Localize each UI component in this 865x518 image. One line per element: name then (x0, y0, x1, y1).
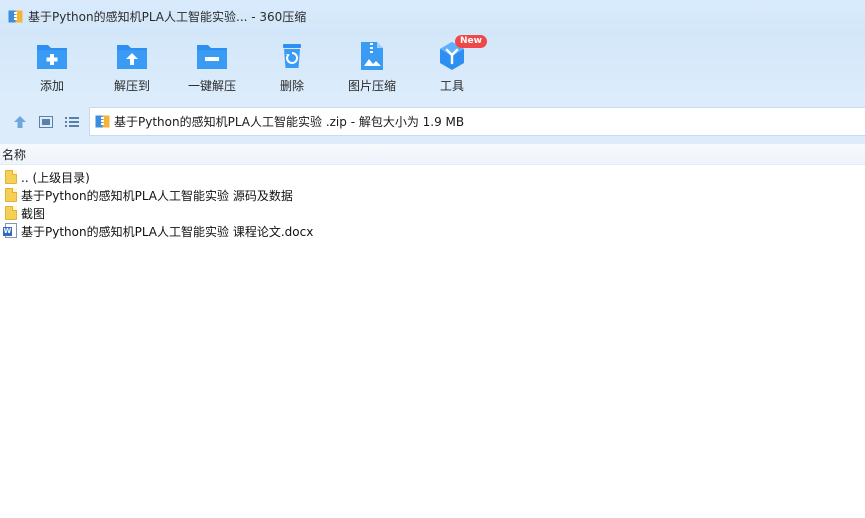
folder-icon (4, 205, 18, 221)
one-click-extract-button[interactable]: 一键解压 (172, 40, 252, 98)
one-click-extract-icon (195, 40, 229, 72)
delete-button[interactable]: 删除 (252, 40, 332, 98)
list-item-label: 截图 (21, 206, 46, 221)
add-folder-icon (35, 40, 69, 72)
thumbnail-view-icon (39, 116, 53, 128)
image-compress-label: 图片压缩 (347, 79, 396, 93)
tools-icon: New (435, 35, 487, 72)
archive-path-text: 基于Python的感知机PLA人工智能实验 .zip - 解包大小为 1.9 M… (114, 115, 465, 129)
extract-to-label: 解压到 (113, 79, 150, 93)
add-button[interactable]: 添加 (12, 40, 92, 98)
tools-button[interactable]: New 工具 (412, 35, 492, 98)
list-view-icon (65, 117, 79, 127)
image-compress-button[interactable]: 图片压缩 (332, 40, 412, 98)
delete-label: 删除 (279, 79, 304, 93)
one-click-extract-label: 一键解压 (187, 79, 236, 93)
extract-to-icon (115, 40, 149, 72)
list-item-parent-dir[interactable]: .. (上级目录) (0, 168, 865, 186)
up-level-button[interactable] (11, 113, 29, 131)
window-title: 基于Python的感知机PLA人工智能实验... - 360压缩 (28, 9, 307, 24)
extract-to-button[interactable]: 解压到 (92, 40, 172, 98)
delete-icon (275, 40, 309, 72)
tools-label: 工具 (439, 79, 464, 93)
image-compress-icon (355, 40, 389, 72)
list-item-label: .. (上级目录) (21, 170, 90, 185)
address-bar: 基于Python的感知机PLA人工智能实验 .zip - 解包大小为 1.9 M… (0, 100, 865, 144)
arrow-up-icon (14, 116, 26, 128)
main-toolbar: 添加 解压到 一键解压 删除 图片压缩 New 工具 (0, 32, 865, 100)
word-doc-icon (3, 223, 18, 239)
add-label: 添加 (39, 79, 64, 93)
list-header: 名称 (0, 144, 865, 165)
thumbnail-view-button[interactable] (37, 113, 55, 131)
folder-icon (4, 169, 18, 185)
list-item-source-folder[interactable]: 基于Python的感知机PLA人工智能实验 源码及数据 (0, 186, 865, 204)
title-bar: 基于Python的感知机PLA人工智能实验... - 360压缩 (0, 0, 865, 32)
list-view-button[interactable] (63, 113, 81, 131)
list-item-label: 基于Python的感知机PLA人工智能实验 源码及数据 (21, 188, 293, 203)
new-badge: New (455, 35, 487, 48)
path-field[interactable]: 基于Python的感知机PLA人工智能实验 .zip - 解包大小为 1.9 M… (89, 107, 865, 136)
zip-file-icon (95, 114, 110, 129)
list-item-label: 基于Python的感知机PLA人工智能实验 课程论文.docx (21, 224, 314, 239)
file-list: .. (上级目录) 基于Python的感知机PLA人工智能实验 源码及数据 截图… (0, 168, 865, 240)
list-item-docx-file[interactable]: 基于Python的感知机PLA人工智能实验 课程论文.docx (0, 222, 865, 240)
folder-icon (4, 187, 18, 203)
column-header-name[interactable]: 名称 (0, 146, 26, 163)
archive-app-icon (8, 9, 23, 24)
list-item-screenshots-folder[interactable]: 截图 (0, 204, 865, 222)
